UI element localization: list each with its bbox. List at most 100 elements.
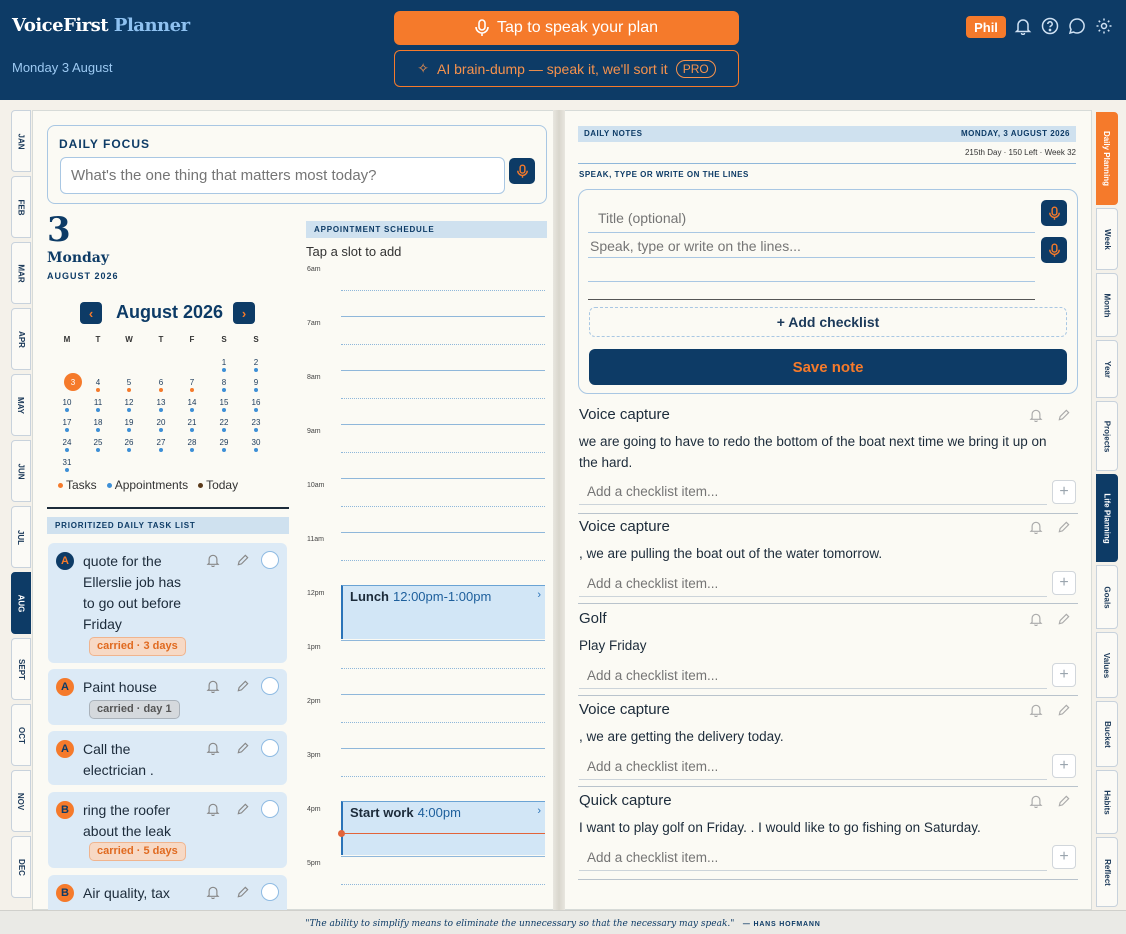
add-checklist-item-button[interactable]: + bbox=[1052, 845, 1076, 869]
note-title-input[interactable] bbox=[588, 203, 1035, 233]
bell-icon[interactable] bbox=[206, 802, 220, 816]
month-tab-sept[interactable]: SEPT bbox=[11, 638, 31, 700]
bell-icon[interactable] bbox=[1029, 520, 1043, 534]
chat-icon[interactable] bbox=[1068, 17, 1086, 35]
pencil-icon[interactable] bbox=[1057, 612, 1071, 626]
bell-icon[interactable] bbox=[1029, 703, 1043, 717]
bell-icon[interactable] bbox=[1029, 408, 1043, 422]
section-tab-bucket[interactable]: Bucket bbox=[1096, 701, 1118, 767]
bell-icon[interactable] bbox=[206, 679, 220, 693]
note-card[interactable]: Voice capture , we are getting the deliv… bbox=[578, 701, 1078, 787]
section-tab-week[interactable]: Week bbox=[1096, 208, 1118, 270]
calendar-day[interactable]: 12 bbox=[119, 396, 139, 412]
add-checklist-item-button[interactable]: + bbox=[1052, 480, 1076, 504]
calendar-day[interactable]: 10 bbox=[57, 396, 77, 412]
time-slot[interactable] bbox=[341, 560, 545, 561]
pencil-icon[interactable] bbox=[1057, 703, 1071, 717]
daily-focus-mic-button[interactable] bbox=[509, 158, 535, 184]
task-complete-checkbox[interactable] bbox=[261, 800, 279, 818]
daily-focus-input[interactable] bbox=[60, 157, 505, 194]
settings-gear-icon[interactable] bbox=[1095, 17, 1113, 35]
month-tab-jul[interactable]: JUL bbox=[11, 506, 31, 568]
note-card[interactable]: Voice capture we are going to have to re… bbox=[578, 406, 1078, 514]
note-body-textarea[interactable] bbox=[588, 234, 1035, 300]
time-slot[interactable] bbox=[341, 370, 545, 371]
month-tab-jan[interactable]: JAN bbox=[11, 110, 31, 172]
calendar-day[interactable]: 24 bbox=[57, 436, 77, 452]
checklist-item-input[interactable] bbox=[579, 754, 1047, 780]
ai-brain-dump-button[interactable]: ✧ AI brain-dump — speak it, we'll sort i… bbox=[394, 50, 739, 87]
time-slot[interactable] bbox=[341, 344, 545, 345]
month-tab-dec[interactable]: DEC bbox=[11, 836, 31, 898]
calendar-day[interactable]: 29 bbox=[214, 436, 234, 452]
task-complete-checkbox[interactable] bbox=[261, 677, 279, 695]
section-tab-month[interactable]: Month bbox=[1096, 273, 1118, 337]
calendar-day[interactable]: 18 bbox=[88, 416, 108, 432]
task-complete-checkbox[interactable] bbox=[261, 739, 279, 757]
checklist-item-input[interactable] bbox=[579, 479, 1047, 505]
month-tab-aug[interactable]: AUG bbox=[11, 572, 31, 634]
section-tab-daily-planning[interactable]: Daily Planning bbox=[1096, 112, 1118, 205]
time-slot[interactable] bbox=[341, 748, 545, 749]
task-item[interactable]: B ring the roofer about the leak carried… bbox=[48, 792, 287, 868]
section-tab-goals[interactable]: Goals bbox=[1096, 565, 1118, 629]
month-tab-jun[interactable]: JUN bbox=[11, 440, 31, 502]
task-item[interactable]: A Call the electrician . bbox=[48, 731, 287, 785]
calendar-day[interactable]: 14 bbox=[182, 396, 202, 412]
note-card[interactable]: Voice capture , we are pulling the boat … bbox=[578, 518, 1078, 604]
calendar-day[interactable]: 19 bbox=[119, 416, 139, 432]
calendar-day[interactable]: 27 bbox=[151, 436, 171, 452]
speak-plan-button[interactable]: Tap to speak your plan bbox=[394, 11, 739, 45]
pencil-icon[interactable] bbox=[236, 679, 250, 693]
add-checklist-item-button[interactable]: + bbox=[1052, 754, 1076, 778]
time-slot[interactable] bbox=[341, 506, 545, 507]
bell-icon[interactable] bbox=[206, 741, 220, 755]
bell-icon[interactable] bbox=[1014, 17, 1032, 35]
time-slot[interactable] bbox=[341, 398, 545, 399]
calendar-day[interactable]: 28 bbox=[182, 436, 202, 452]
bell-icon[interactable] bbox=[206, 553, 220, 567]
month-tab-may[interactable]: MAY bbox=[11, 374, 31, 436]
pencil-icon[interactable] bbox=[236, 885, 250, 899]
add-checklist-button[interactable]: + Add checklist bbox=[589, 307, 1067, 337]
section-tab-habits[interactable]: Habits bbox=[1096, 770, 1118, 834]
month-tab-feb[interactable]: FEB bbox=[11, 176, 31, 238]
calendar-day[interactable]: 22 bbox=[214, 416, 234, 432]
calendar-day[interactable]: 26 bbox=[119, 436, 139, 452]
time-slot[interactable] bbox=[341, 532, 545, 533]
time-slot[interactable] bbox=[341, 316, 545, 317]
add-checklist-item-button[interactable]: + bbox=[1052, 663, 1076, 687]
pencil-icon[interactable] bbox=[1057, 794, 1071, 808]
month-tab-apr[interactable]: APR bbox=[11, 308, 31, 370]
pencil-icon[interactable] bbox=[236, 741, 250, 755]
section-tab-projects[interactable]: Projects bbox=[1096, 401, 1118, 471]
user-badge[interactable]: Phil bbox=[966, 16, 1006, 38]
pencil-icon[interactable] bbox=[236, 802, 250, 816]
calendar-day[interactable]: 8 bbox=[214, 376, 234, 392]
calendar-day[interactable]: 2 bbox=[246, 356, 266, 372]
calendar-day[interactable]: 5 bbox=[119, 376, 139, 392]
pencil-icon[interactable] bbox=[1057, 408, 1071, 422]
calendar-day[interactable]: 1 bbox=[214, 356, 234, 372]
time-slot[interactable] bbox=[341, 424, 545, 425]
checklist-item-input[interactable] bbox=[579, 845, 1047, 871]
checklist-item-input[interactable] bbox=[579, 571, 1047, 597]
calendar-day[interactable]: 4 bbox=[88, 376, 108, 392]
task-complete-checkbox[interactable] bbox=[261, 883, 279, 901]
calendar-day[interactable]: 25 bbox=[88, 436, 108, 452]
calendar-day[interactable]: 21 bbox=[182, 416, 202, 432]
task-item[interactable]: A quote for the Ellerslie job has to go … bbox=[48, 543, 287, 663]
section-tab-year[interactable]: Year bbox=[1096, 340, 1118, 398]
bell-icon[interactable] bbox=[206, 885, 220, 899]
time-slot[interactable] bbox=[341, 478, 545, 479]
calendar-day[interactable]: 9 bbox=[246, 376, 266, 392]
time-slot[interactable] bbox=[341, 776, 545, 777]
note-body-mic-button[interactable] bbox=[1041, 237, 1067, 263]
calendar-day[interactable]: 30 bbox=[246, 436, 266, 452]
pencil-icon[interactable] bbox=[1057, 520, 1071, 534]
appointment-lunch[interactable]: Lunch 12:00pm-1:00pm › bbox=[341, 585, 545, 639]
time-slot[interactable] bbox=[341, 856, 545, 857]
checklist-item-input[interactable] bbox=[579, 663, 1047, 689]
help-icon[interactable] bbox=[1041, 17, 1059, 35]
appointment-start-work[interactable]: Start work 4:00pm › bbox=[341, 801, 545, 855]
